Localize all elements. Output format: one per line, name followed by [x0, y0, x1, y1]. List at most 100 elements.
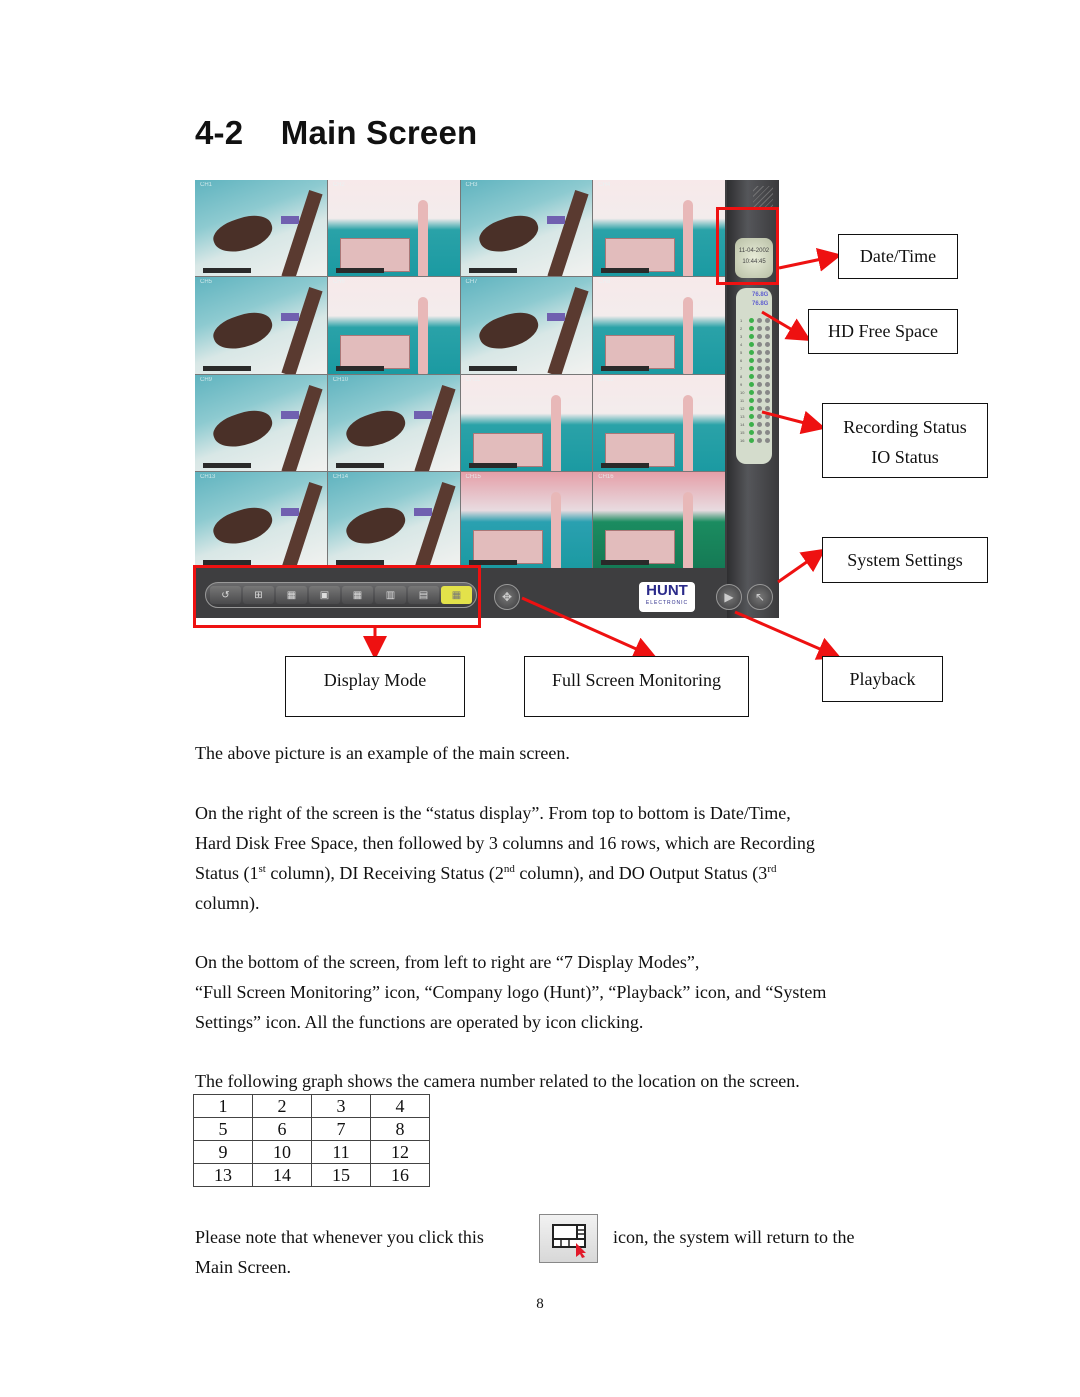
io-row-number: 3 [740, 334, 743, 339]
company-logo: HUNT ELECTRONIC [639, 582, 695, 612]
di-status-led [757, 438, 762, 443]
camera-timestamp-bar [601, 462, 650, 468]
scene-object [546, 216, 565, 224]
scene-figure [474, 208, 543, 260]
playback-button[interactable]: ▶ [716, 584, 742, 610]
camera-label: CH7 [465, 279, 478, 286]
camera-tile[interactable]: CH10 [327, 374, 460, 471]
io-row-number: 7 [740, 366, 743, 371]
io-row-number: 9 [740, 382, 743, 387]
io-row-number: 12 [740, 406, 745, 411]
camera-tile[interactable]: CH6 [327, 277, 460, 374]
scene-pipe [683, 491, 694, 568]
camera-timestamp-bar [335, 268, 384, 274]
text-line: “Full Screen Monitoring” icon, “Company … [195, 982, 827, 1002]
scene-pipe [683, 297, 694, 374]
scene-rail [281, 190, 323, 277]
camera-tile[interactable]: CH4 [593, 180, 725, 277]
scene-cabinet [605, 238, 676, 272]
io-row-number: 8 [740, 374, 743, 379]
camera-tile[interactable]: CH7 [460, 277, 593, 374]
camera-tile[interactable]: CH3 [460, 180, 593, 277]
camera-number-cell: 1 [193, 1094, 253, 1118]
do-status-led [765, 342, 770, 347]
table-row: 13 14 15 16 [193, 1163, 430, 1187]
recording-status-led [749, 430, 754, 435]
camera-timestamp-bar [335, 365, 384, 371]
camera-tile[interactable]: CH8 [593, 277, 725, 374]
scene-figure [342, 500, 410, 552]
main-screen-glyph [552, 1224, 586, 1258]
di-status-led [757, 398, 762, 403]
camera-tile[interactable]: CH16 [593, 471, 725, 568]
io-status-panel: 76.8G 76.8G 1 2 3 4 5 6 7 8 9 10 11 12 13 14 15 16 [736, 288, 772, 464]
camera-label: CH10 [332, 376, 349, 383]
camera-label: CH6 [332, 279, 345, 286]
paragraph-bottom-icons: On the bottom of the screen, from left t… [195, 947, 826, 1037]
camera-number-cell: 8 [370, 1117, 430, 1141]
camera-number-cell: 2 [252, 1094, 312, 1118]
camera-number-cell: 6 [252, 1117, 312, 1141]
arrow-date-time [778, 247, 842, 272]
scene-pipe [683, 394, 694, 471]
io-row-number: 2 [740, 326, 743, 331]
do-status-led [765, 438, 770, 443]
camera-number-cell: 13 [193, 1163, 253, 1187]
io-row-number: 14 [740, 422, 745, 427]
camera-label: CH11 [465, 376, 481, 383]
di-status-led [757, 326, 762, 331]
paragraph-status-display: On the right of the screen is the “statu… [195, 798, 815, 918]
scene-cabinet [339, 335, 410, 370]
camera-tile[interactable]: CH1 [195, 180, 327, 277]
di-status-led [757, 390, 762, 395]
camera-label: CH9 [200, 376, 213, 383]
camera-tile[interactable]: CH13 [195, 471, 327, 568]
callout-playback: Playback [822, 656, 943, 702]
camera-label: CH16 [598, 473, 614, 480]
di-status-led [757, 318, 762, 323]
callout-date-time: Date/Time [838, 234, 958, 279]
camera-number-cell: 16 [370, 1163, 430, 1187]
scene-rail [281, 481, 323, 568]
section-number: 4-2 [195, 114, 244, 151]
callout-system-settings: System Settings [822, 537, 988, 583]
scene-figure [209, 208, 277, 260]
do-status-led [765, 318, 770, 323]
camera-tile[interactable]: CH15 [460, 471, 593, 568]
camera-number-cell: 4 [370, 1094, 430, 1118]
io-row-number: 5 [740, 350, 743, 355]
callout-full-screen-monitoring: Full Screen Monitoring [524, 656, 749, 717]
camera-tile[interactable]: CH14 [327, 471, 460, 568]
table-row: 1234 [193, 1094, 430, 1118]
scene-figure [209, 500, 277, 552]
scene-pipe [550, 394, 561, 471]
camera-timestamp-bar [601, 560, 650, 565]
camera-timestamp-bar [203, 268, 251, 274]
camera-label: CH1 [200, 182, 213, 188]
recording-status-led [749, 382, 754, 387]
do-status-led [765, 374, 770, 379]
io-row-number: 13 [740, 414, 745, 419]
recording-status-led [749, 334, 754, 339]
recording-status-led [749, 350, 754, 355]
recording-status-led [749, 374, 754, 379]
full-screen-monitoring-button[interactable]: ✥ [494, 584, 520, 610]
scene-cabinet [605, 432, 676, 467]
camera-label: CH15 [465, 473, 481, 480]
arrow-playback [734, 610, 842, 660]
di-status-led [757, 374, 762, 379]
camera-tile[interactable]: CH5 [195, 277, 327, 374]
camera-tile[interactable]: CH2 [327, 180, 460, 277]
scene-cabinet [605, 335, 676, 370]
camera-position-table: 1 2 3 4 5 6 7 8 9 10 11 12 13 14 15 16 [193, 1094, 430, 1187]
camera-tile[interactable]: CH11 [460, 374, 593, 471]
camera-tile[interactable]: CH9 [195, 374, 327, 471]
scene-cabinet [605, 529, 676, 564]
callout-recording-io-status: Recording Status IO Status [822, 403, 988, 478]
system-settings-button[interactable]: ↖ [747, 584, 773, 610]
arrow-system-settings [777, 548, 826, 584]
page-number: 8 [536, 1296, 544, 1312]
di-status-led [757, 406, 762, 411]
camera-tile[interactable]: CH12 [593, 374, 725, 471]
recording-status-led [749, 398, 754, 403]
